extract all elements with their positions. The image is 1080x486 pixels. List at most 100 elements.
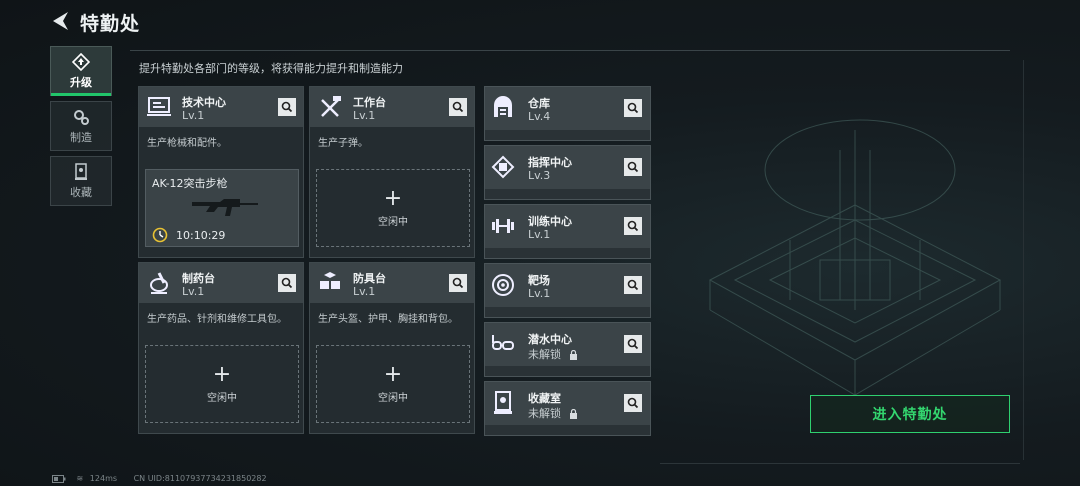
battery-icon <box>52 474 66 483</box>
dumbbell-icon <box>492 219 514 233</box>
slot-status: 空闲中 <box>378 216 408 228</box>
search-icon[interactable] <box>278 98 296 116</box>
slot-status: 空闲中 <box>207 392 237 404</box>
tab-label: 升级 <box>70 75 92 89</box>
facility-name: 训练中心 <box>528 215 572 228</box>
production-timer: 10:10:29 <box>176 229 226 242</box>
idle-slot[interactable]: + 空闲中 <box>145 345 299 423</box>
search-icon[interactable] <box>624 217 642 235</box>
facility-training-center[interactable]: 训练中心 Lv.1 <box>484 204 651 259</box>
tech-center-card[interactable]: 技术中心 Lv.1 生产枪械和配件。 AK-12突击步枪 10:10:29 <box>138 86 304 258</box>
armor-bench-card[interactable]: 防具台 Lv.1 生产头盔、护甲、胸挂和背包。 + 空闲中 <box>309 262 475 434</box>
lock-icon <box>569 409 577 419</box>
facility-name: 收藏室 <box>528 392 561 405</box>
facility-level: 未解锁 <box>528 405 578 421</box>
status-bar: ≋ 124ms CN UID:81107937734231850282 <box>52 474 267 483</box>
user-uid: CN UID:81107937734231850282 <box>133 474 267 483</box>
facility-command-center[interactable]: 指挥中心 Lv.3 <box>484 145 651 200</box>
facility-schematic-image <box>708 119 1002 396</box>
card-description: 生产头盔、护甲、胸挂和背包。 <box>318 314 458 325</box>
card-header: 技术中心 Lv.1 <box>139 87 303 127</box>
card-description: 生产枪械和配件。 <box>147 138 227 149</box>
facility-warehouse[interactable]: 仓库 Lv.4 <box>484 86 651 141</box>
card-level: Lv.1 <box>182 285 205 298</box>
ping-value: 124ms <box>89 474 118 483</box>
card-title: 工作台 <box>353 96 386 109</box>
facility-shooting-range[interactable]: 靶场 Lv.1 <box>484 263 651 318</box>
warehouse-icon <box>494 96 512 117</box>
facility-name: 仓库 <box>528 97 550 110</box>
card-description: 生产子弹。 <box>318 138 368 149</box>
product-name: AK-12突击步枪 <box>152 177 228 190</box>
card-title: 制药台 <box>182 272 215 285</box>
search-icon[interactable] <box>624 276 642 294</box>
plus-icon: + <box>383 185 403 211</box>
facility-diving-center[interactable]: 潜水中心 未解锁 <box>484 322 651 377</box>
tab-collection[interactable]: 收藏 <box>50 156 112 206</box>
search-icon[interactable] <box>624 394 642 412</box>
facility-level: Lv.4 <box>528 110 551 123</box>
card-level: Lv.1 <box>182 109 205 122</box>
facility-header: 潜水中心 未解锁 <box>485 323 650 366</box>
back-arrow-icon[interactable] <box>50 10 70 32</box>
tools-icon <box>321 96 341 117</box>
lock-icon <box>569 350 577 360</box>
divider <box>130 50 1010 51</box>
tab-label: 收藏 <box>70 185 92 199</box>
card-description: 生产药品、针剂和维修工具包。 <box>147 314 287 325</box>
search-icon[interactable] <box>449 274 467 292</box>
slot-status: 空闲中 <box>378 392 408 404</box>
card-level: Lv.1 <box>353 285 376 298</box>
facility-level: Lv.1 <box>528 287 551 300</box>
timer-icon <box>152 227 168 243</box>
search-icon[interactable] <box>624 99 642 117</box>
pharmacy-card[interactable]: 制药台 Lv.1 生产药品、针剂和维修工具包。 + 空闲中 <box>138 262 304 434</box>
microscope-icon <box>150 272 168 294</box>
workbench-card[interactable]: 工作台 Lv.1 生产子弹。 + 空闲中 <box>309 86 475 258</box>
display-case-icon <box>494 391 512 414</box>
boxes-icon <box>320 272 340 289</box>
facility-status: 未解锁 <box>528 348 561 361</box>
card-title: 技术中心 <box>182 96 226 109</box>
search-icon[interactable] <box>624 158 642 176</box>
facility-name: 潜水中心 <box>528 333 572 346</box>
production-slot[interactable]: AK-12突击步枪 10:10:29 <box>145 169 299 247</box>
idle-slot[interactable]: + 空闲中 <box>316 169 470 247</box>
idle-slot[interactable]: + 空闲中 <box>316 345 470 423</box>
card-title: 防具台 <box>353 272 386 285</box>
decor-line <box>660 463 1020 464</box>
wifi-icon: ≋ <box>76 474 84 483</box>
tab-craft[interactable]: 制造 <box>50 101 112 151</box>
rifle-image <box>192 199 258 216</box>
chip-icon <box>491 155 515 179</box>
tab-label: 制造 <box>70 130 92 144</box>
facility-header: 收藏室 未解锁 <box>485 382 650 425</box>
facility-level: Lv.1 <box>528 228 551 241</box>
target-icon <box>492 274 514 296</box>
facility-level: Lv.3 <box>528 169 551 182</box>
search-icon[interactable] <box>278 274 296 292</box>
page-subtitle: 提升特勤处各部门的等级，将获得能力提升和制造能力 <box>139 62 403 75</box>
facility-collection-room[interactable]: 收藏室 未解锁 <box>484 381 651 436</box>
search-icon[interactable] <box>449 98 467 116</box>
facility-name: 指挥中心 <box>528 156 572 169</box>
upgrade-icon <box>72 52 90 71</box>
gears-icon <box>74 109 89 125</box>
tab-upgrade[interactable]: 升级 <box>50 46 112 96</box>
search-icon[interactable] <box>624 335 642 353</box>
page-title: 特勤处 <box>80 13 141 35</box>
card-header: 工作台 Lv.1 <box>310 87 474 127</box>
facility-level: 未解锁 <box>528 346 578 362</box>
facility-header: 指挥中心 Lv.3 <box>485 146 650 189</box>
facility-header: 靶场 Lv.1 <box>485 264 650 307</box>
facility-name: 靶场 <box>528 274 550 287</box>
plus-icon: + <box>383 361 403 387</box>
facility-status: 未解锁 <box>528 407 561 420</box>
card-level: Lv.1 <box>353 109 376 122</box>
facility-header: 训练中心 Lv.1 <box>485 205 650 248</box>
computer-icon <box>147 97 171 116</box>
decor-line <box>1023 60 1024 460</box>
enter-button[interactable]: 进入特勤处 <box>810 395 1010 433</box>
diving-mask-icon <box>492 335 514 350</box>
collection-icon <box>75 162 87 180</box>
